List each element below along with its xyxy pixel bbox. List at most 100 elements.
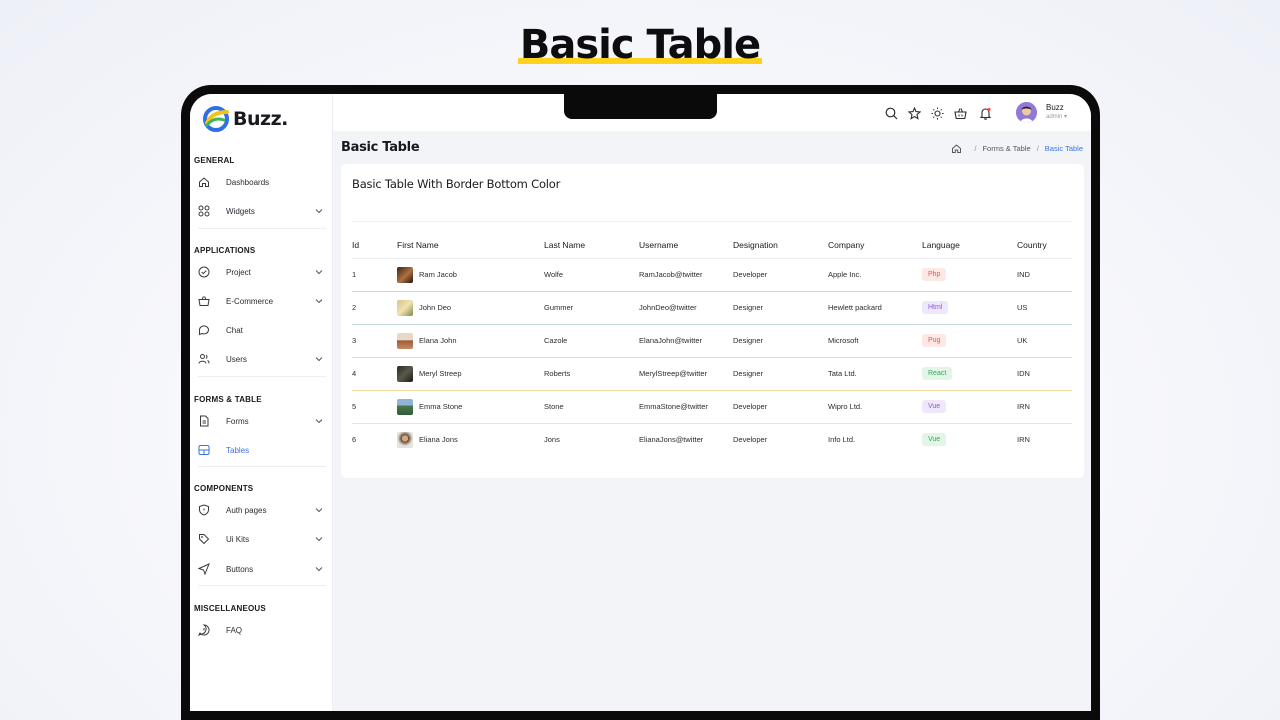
sidebar-item-label: FAQ <box>226 625 243 635</box>
brand-logo[interactable]: Buzz. <box>203 106 288 132</box>
chevron-down-icon <box>315 357 323 362</box>
sidebar-item-label: Chat <box>226 325 243 335</box>
cell-company: Info Ltd. <box>828 435 856 445</box>
sun-icon[interactable] <box>931 107 944 120</box>
basket-icon[interactable] <box>954 107 967 120</box>
sidebar-item-tables[interactable]: Tables <box>198 440 324 460</box>
breadcrumb-current: Basic Table <box>1044 144 1083 153</box>
tag-icon <box>199 534 210 545</box>
avatar[interactable] <box>1016 102 1037 123</box>
sidebar-item-label: Widgets <box>226 206 255 216</box>
cell-first-name: Meryl Streep <box>397 357 544 391</box>
chevron-down-icon <box>315 537 323 542</box>
first-name-text: Eliana Jons <box>419 435 458 445</box>
shield-icon <box>199 504 209 516</box>
section-components: COMPONENTS <box>194 484 254 493</box>
table-card: Basic Table With Border Bottom Color Id … <box>341 164 1084 478</box>
table-row: 5 Emma Stone Stone EmmaStone@twitter Dev… <box>352 390 1072 424</box>
section-miscellaneous: MISCELLANEOUS <box>194 604 266 613</box>
section-general: GENERAL <box>194 156 235 165</box>
cell-id: 6 <box>352 435 357 445</box>
column-header-first-name: First Name <box>397 233 544 259</box>
cell-designation: Designer <box>733 291 828 325</box>
cell-username: MerylStreep@twitter <box>639 357 733 391</box>
language-badge: Php <box>922 268 947 281</box>
cell-id: 4 <box>352 357 397 391</box>
cell-last-name: Gummer <box>544 291 639 325</box>
cell-first-name: Eliana Jons <box>397 423 544 456</box>
sidebar-item-ecommerce[interactable]: E-Commerce <box>198 291 324 311</box>
table-icon <box>198 445 210 455</box>
sidebar-item-label: Forms <box>226 416 249 426</box>
cell-first-name: Elana John <box>397 324 544 358</box>
sidebar-item-ui-kits[interactable]: Ui Kits <box>198 529 324 549</box>
user-name[interactable]: Buzz <box>1046 103 1064 112</box>
breadcrumb: / Forms & Table / Basic Table <box>951 143 1083 154</box>
sidebar-item-users[interactable]: Users <box>198 349 324 369</box>
sidebar-item-label: Buttons <box>226 564 254 574</box>
first-name-text: Elana John <box>419 336 457 345</box>
cell-username: ElanaJohn@twitter <box>639 324 733 358</box>
home-icon <box>199 177 209 187</box>
user-photo <box>397 266 413 283</box>
breadcrumb-parent[interactable]: Forms & Table <box>982 144 1030 153</box>
home-icon[interactable] <box>951 143 962 154</box>
cell-company: Apple Inc. <box>828 258 922 292</box>
language-badge: Vue <box>922 400 947 413</box>
language-badge: Pug <box>922 334 947 347</box>
chevron-down-icon <box>315 508 323 513</box>
user-role[interactable]: admin ▾ <box>1046 113 1067 120</box>
hero-heading: Basic Table <box>0 22 1280 68</box>
cell-language: Pug <box>922 324 1017 358</box>
sidebar-item-chat[interactable]: Chat <box>198 320 324 340</box>
user-photo <box>397 431 413 448</box>
cell-designation: Designer <box>733 357 828 391</box>
card-divider <box>352 221 1073 222</box>
column-header-designation: Designation <box>733 233 828 259</box>
bell-icon[interactable] <box>979 107 992 120</box>
buzz-logo-icon <box>203 106 229 132</box>
sidebar-item-project[interactable]: Project <box>198 262 324 282</box>
cell-username: ElianaJons@twitter <box>639 435 704 445</box>
section-forms-table: FORMS & TABLE <box>194 395 262 404</box>
send-icon <box>198 563 210 575</box>
cell-company: Tata Ltd. <box>828 357 922 391</box>
sidebar-item-label: Users <box>226 354 247 364</box>
cell-language: Vue <box>922 390 1017 424</box>
chevron-down-icon <box>315 567 323 572</box>
star-icon[interactable] <box>908 107 921 120</box>
page-title: Basic Table <box>341 140 420 155</box>
table-row: 6 Eliana Jons Jons ElianaJons@twitter De… <box>352 423 1072 456</box>
first-name-text: John Deo <box>419 303 452 312</box>
user-photo <box>397 398 413 415</box>
camera-notch <box>564 94 717 119</box>
sidebar-item-widgets[interactable]: Widgets <box>198 201 324 221</box>
cell-country: IRN <box>1017 435 1030 445</box>
cell-language: React <box>922 357 1017 391</box>
sidebar-item-auth-pages[interactable]: Auth pages <box>198 500 324 520</box>
sidebar-item-buttons[interactable]: Buttons <box>198 559 324 579</box>
cell-country: IND <box>1017 258 1072 292</box>
sidebar-item-label: Tables <box>226 445 250 455</box>
cell-id: 3 <box>352 324 397 358</box>
user-photo <box>397 332 413 349</box>
sidebar-item-label: Dashboards <box>226 177 270 187</box>
nav-divider <box>198 585 326 586</box>
sidebar: Buzz. GENERAL Dashboards Widgets APPLICA… <box>190 94 333 711</box>
cell-country: IRN <box>1017 390 1072 424</box>
check-circle-icon <box>198 266 210 278</box>
column-header-country: Country <box>1017 233 1072 259</box>
search-icon[interactable] <box>885 107 898 120</box>
sidebar-item-label: E-Commerce <box>226 296 274 306</box>
column-header-language: Language <box>922 233 1017 259</box>
cell-designation: Developer <box>733 435 768 445</box>
table-row: 3 Elana John Cazole ElanaJohn@twitter De… <box>352 324 1072 358</box>
sidebar-item-faq[interactable]: FAQ <box>198 620 324 640</box>
cell-username: RamJacob@twitter <box>639 258 733 292</box>
breadcrumb-separator: / <box>974 144 977 153</box>
cell-last-name: Roberts <box>544 357 639 391</box>
sidebar-item-dashboards[interactable]: Dashboards <box>198 172 324 192</box>
basket-icon <box>198 296 210 306</box>
sidebar-item-forms[interactable]: Forms <box>198 411 324 431</box>
first-name-text: Emma Stone <box>419 402 463 411</box>
